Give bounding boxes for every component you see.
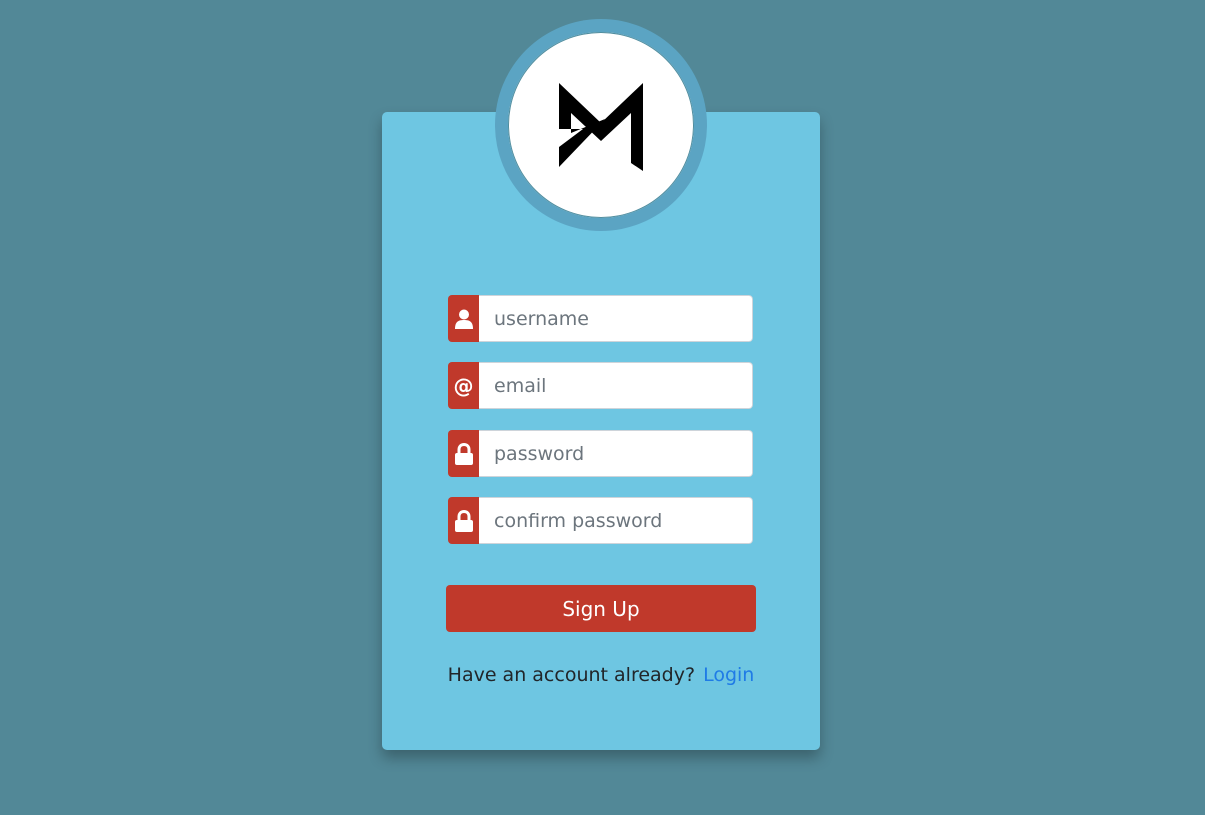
m-logo-icon — [559, 83, 643, 171]
login-prompt-text: Have an account already? — [447, 664, 696, 686]
confirm-password-input[interactable] — [479, 497, 753, 544]
username-input[interactable] — [479, 295, 753, 342]
logo-circle — [508, 32, 694, 218]
lock-icon — [448, 430, 479, 477]
confirm-password-field-group — [448, 497, 753, 544]
password-field-group — [448, 430, 753, 477]
password-input[interactable] — [479, 430, 753, 477]
email-field-group: @ — [448, 362, 753, 409]
at-icon: @ — [448, 362, 479, 409]
user-icon — [448, 295, 479, 342]
login-link[interactable]: Login — [703, 664, 754, 686]
at-icon-glyph: @ — [453, 373, 474, 398]
logo-ring — [495, 19, 707, 231]
email-input[interactable] — [479, 362, 753, 409]
login-prompt: Have an account already? Login — [382, 664, 820, 686]
lock-icon — [448, 497, 479, 544]
sign-up-button[interactable]: Sign Up — [446, 585, 756, 632]
username-field-group — [448, 295, 753, 342]
